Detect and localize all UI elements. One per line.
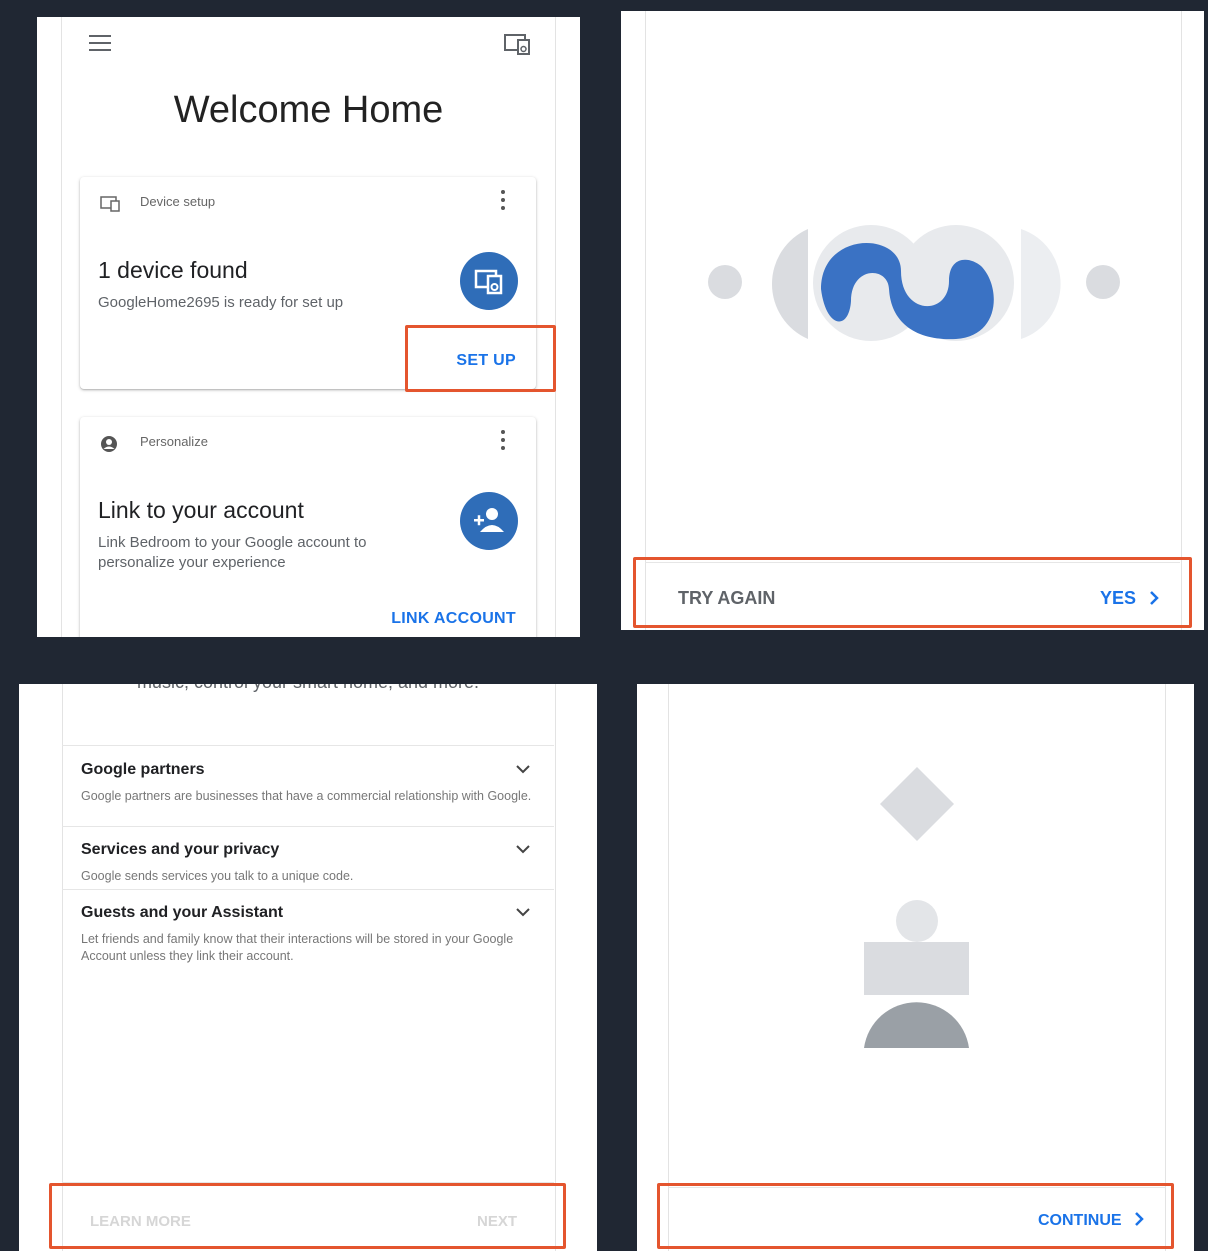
card-subtitle: GoogleHome2695 is ready for set up: [98, 294, 344, 311]
section-title: Services and your privacy: [81, 841, 280, 858]
person-illustration: [864, 767, 969, 1048]
accordion-services-privacy[interactable]: Services and your privacy Google sends s…: [81, 841, 535, 885]
chevron-down-icon[interactable]: [515, 841, 531, 857]
card-subtitle: Link Bedroom to your Google account to p…: [98, 534, 367, 571]
device-setup-fab[interactable]: [460, 252, 518, 310]
highlight-box: [657, 1183, 1174, 1249]
intro-text: music, control your smart home, and more…: [19, 684, 597, 693]
section-body: Google partners are businesses that have…: [81, 789, 532, 803]
sound-check-screen: TRY AGAIN YES: [621, 11, 1204, 630]
sound-wave-illustration: [708, 225, 1120, 341]
personalize-card: Personalize Link to your account Link Be…: [80, 417, 536, 637]
menu-icon[interactable]: [89, 35, 111, 51]
cast-device-icon[interactable]: [504, 33, 530, 55]
chevron-down-icon[interactable]: [515, 761, 531, 777]
page-title: Welcome Home: [173, 89, 444, 131]
voice-match-screen: CONTINUE: [637, 684, 1194, 1251]
speaker-device-icon: [474, 269, 503, 295]
accordion-guests-assistant[interactable]: Guests and your Assistant Let friends an…: [81, 904, 535, 965]
overflow-menu-icon[interactable]: [500, 190, 506, 210]
highlight-box: [633, 557, 1192, 628]
person-add-icon: [474, 508, 504, 532]
highlight-box: [49, 1183, 566, 1249]
chevron-down-icon[interactable]: [515, 904, 531, 920]
card-title: 1 device found: [98, 257, 248, 283]
divider: [62, 745, 554, 746]
link-account-fab[interactable]: [460, 492, 518, 550]
card-header-label: Personalize: [140, 434, 208, 449]
card-title: Link to your account: [98, 497, 304, 523]
account-circle-icon: [101, 436, 117, 452]
section-body: Google sends services you talk to a uniq…: [81, 869, 354, 883]
privacy-info-screen: music, control your smart home, and more…: [19, 684, 597, 1251]
divider: [62, 889, 554, 890]
section-title: Guests and your Assistant: [81, 904, 284, 921]
section-body: Let friends and family know that their i…: [81, 932, 514, 963]
highlight-box: [405, 325, 556, 392]
cast-device-icon: [100, 196, 120, 212]
divider: [62, 826, 554, 827]
overflow-menu-icon[interactable]: [500, 430, 506, 450]
card-header-label: Device setup: [140, 194, 216, 209]
section-title: Google partners: [81, 761, 205, 778]
link-account-button[interactable]: LINK ACCOUNT: [391, 610, 516, 628]
accordion-google-partners[interactable]: Google partners Google partners are busi…: [81, 761, 535, 805]
